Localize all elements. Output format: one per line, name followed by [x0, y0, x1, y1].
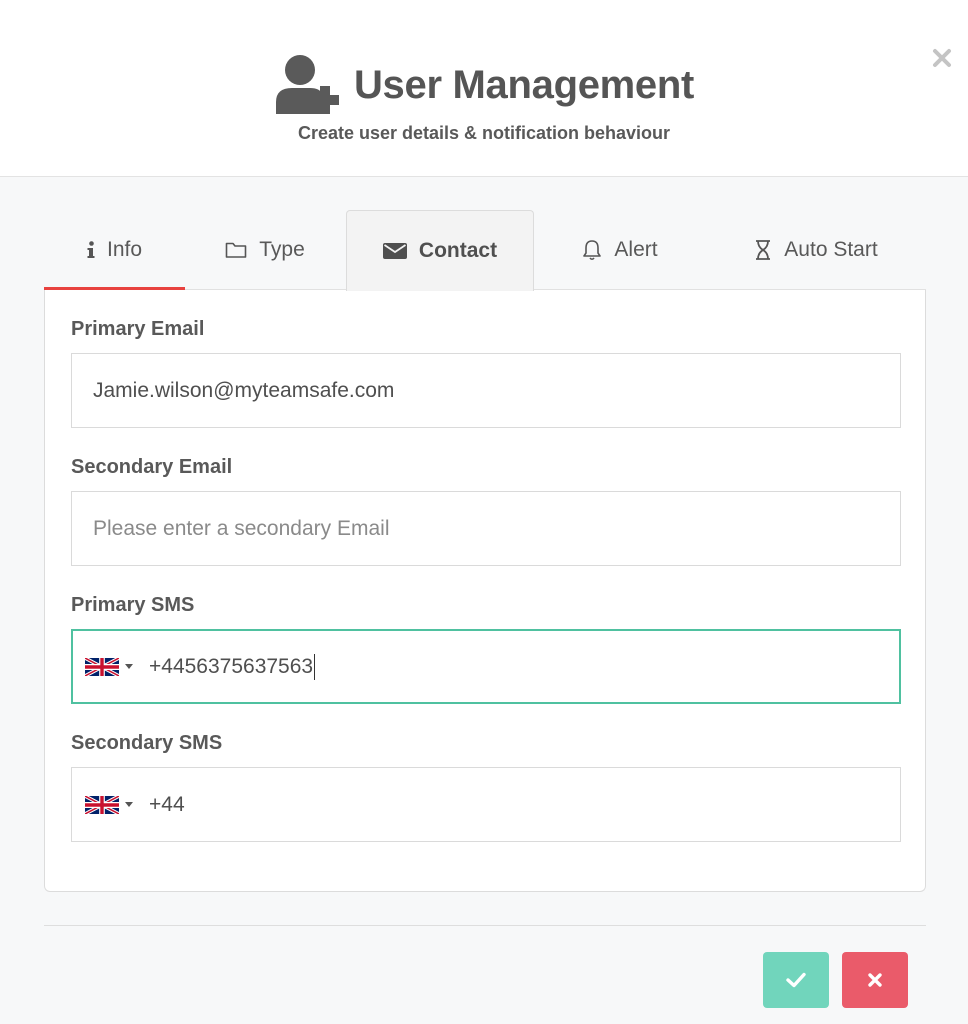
secondary-email-placeholder: Please enter a secondary Email: [93, 516, 390, 540]
uk-flag-icon: [85, 657, 119, 676]
page-title: User Management: [353, 62, 695, 107]
tab-label: Contact: [418, 239, 498, 262]
tab-label: Auto Start: [784, 238, 878, 261]
footer-divider: [44, 925, 926, 926]
page-subtitle: Create user details & notification behav…: [297, 123, 671, 143]
tab-label: Type: [259, 238, 305, 261]
primary-sms-value: +4456375637563: [149, 654, 314, 678]
check-icon: [786, 972, 806, 988]
modal-header: User Management Create user details & no…: [0, 0, 968, 177]
hourglass-icon: [756, 240, 771, 260]
close-icon: [868, 973, 882, 987]
secondary-email-label: Secondary Email: [71, 456, 233, 478]
title-row: User Management: [0, 50, 968, 120]
country-selector[interactable]: [85, 657, 133, 676]
text-cursor: [314, 653, 316, 680]
contact-panel: Primary Email Jamie.wilson@myteamsafe.co…: [44, 290, 926, 892]
primary-email-value: Jamie.wilson@myteamsafe.com: [93, 378, 395, 402]
confirm-button[interactable]: [763, 952, 829, 1008]
bell-icon: [583, 240, 602, 261]
envelope-icon: [382, 243, 407, 259]
primary-email-label: Primary Email: [71, 318, 205, 340]
secondary-sms-label: Secondary SMS: [71, 732, 223, 754]
tab-type[interactable]: Type: [185, 210, 345, 290]
tab-alert[interactable]: Alert: [534, 210, 706, 290]
primary-email-field[interactable]: Jamie.wilson@myteamsafe.com: [71, 353, 901, 428]
country-selector[interactable]: [85, 795, 133, 814]
tab-info[interactable]: Info: [44, 210, 185, 290]
chevron-down-icon: [125, 664, 133, 669]
user-plus-icon: [275, 55, 339, 114]
tab-bar: Info Type Contact Alert Auto Start: [44, 210, 926, 291]
uk-flag-icon: [85, 795, 119, 814]
secondary-sms-field[interactable]: +44: [71, 767, 901, 842]
tab-label: Info: [106, 238, 143, 261]
tab-underline: [44, 287, 185, 290]
folder-icon: [225, 242, 247, 258]
primary-sms-label: Primary SMS: [71, 594, 195, 616]
chevron-down-icon: [125, 802, 133, 807]
info-icon: [87, 241, 95, 258]
close-icon[interactable]: [930, 46, 954, 70]
cancel-button[interactable]: [842, 952, 908, 1008]
primary-sms-field[interactable]: +4456375637563: [71, 629, 901, 704]
secondary-sms-value: +44: [149, 792, 185, 816]
tab-label: Alert: [614, 238, 658, 261]
secondary-email-field[interactable]: Please enter a secondary Email: [71, 491, 901, 566]
tab-auto-start[interactable]: Auto Start: [706, 210, 926, 290]
tab-contact[interactable]: Contact: [346, 210, 534, 291]
